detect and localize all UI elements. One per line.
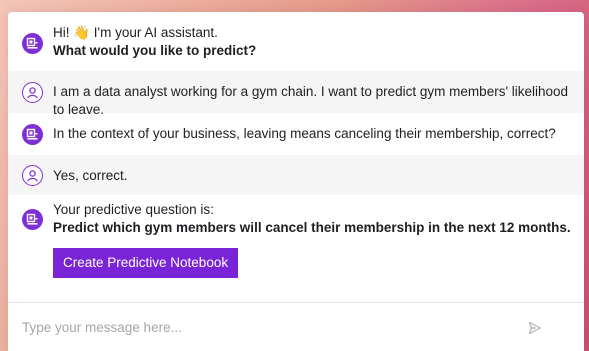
user-icon — [22, 165, 43, 186]
bot-icon — [22, 209, 43, 230]
predictive-question: Predict which gym members will cancel th… — [53, 220, 571, 235]
bot-icon — [22, 33, 43, 54]
user-message: Yes, correct. — [8, 155, 584, 195]
message-text-bold: What would you like to predict? — [53, 43, 257, 58]
message-text: Yes, correct. — [53, 168, 128, 183]
user-icon — [22, 82, 43, 103]
message-text: I am a data analyst working for a gym ch… — [53, 84, 569, 117]
user-message: I am a data analyst working for a gym ch… — [8, 71, 584, 117]
assistant-message: In the context of your business, leaving… — [8, 113, 584, 155]
send-icon[interactable] — [528, 321, 542, 335]
bot-icon — [22, 124, 43, 145]
message-text: Hi! 👋 I'm your AI assistant. — [53, 25, 218, 40]
message-text: In the context of your business, leaving… — [53, 126, 556, 141]
assistant-message: Your predictive question is: Predict whi… — [8, 195, 584, 278]
message-input[interactable] — [20, 319, 504, 336]
message-text: Your predictive question is: — [53, 202, 214, 217]
message-input-bar — [8, 302, 584, 351]
assistant-message: Hi! 👋 I'm your AI assistant. What would … — [8, 12, 584, 71]
chat-window: Hi! 👋 I'm your AI assistant. What would … — [8, 12, 584, 351]
create-predictive-notebook-button[interactable]: Create Predictive Notebook — [53, 248, 239, 278]
